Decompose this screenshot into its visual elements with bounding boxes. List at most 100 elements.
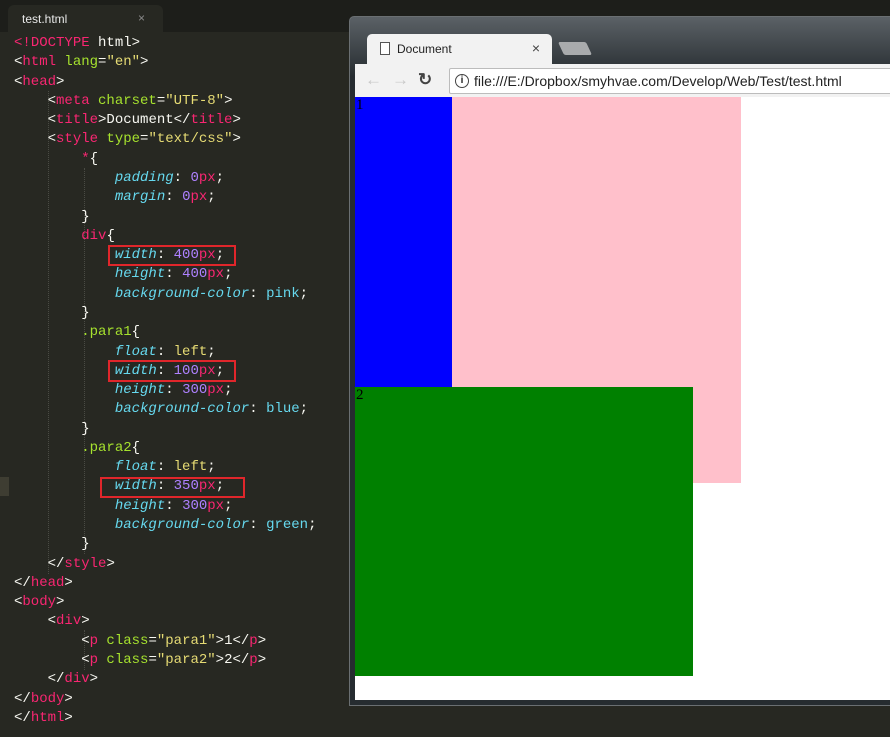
- code-line: float: left;: [14, 458, 316, 477]
- code-token: p: [89, 652, 99, 668]
- code-token: <!: [14, 35, 31, 51]
- code-token: ;: [224, 266, 233, 283]
- code-token: ;: [308, 517, 317, 534]
- code-token: >: [257, 632, 267, 649]
- code-token: px: [198, 169, 216, 186]
- code-token: ;: [299, 285, 309, 302]
- code-token: :: [249, 401, 267, 418]
- code-line: *{: [14, 150, 316, 169]
- close-tab-icon[interactable]: ×: [532, 40, 540, 56]
- code-line: <html lang="en">: [14, 53, 316, 72]
- address-bar[interactable]: i file:///E:/Dropbox/smyhvae.com/Develop…: [449, 68, 890, 94]
- code-token: ;: [224, 497, 233, 514]
- code-line: <div>: [14, 612, 316, 631]
- code-token: 400: [182, 266, 208, 283]
- code-line: </body>: [14, 690, 316, 709]
- code-line: <body>: [14, 593, 316, 612]
- code-token: lang: [56, 54, 99, 71]
- code-line: </head>: [14, 574, 316, 593]
- code-token: background-color: [114, 517, 250, 534]
- code-line: background-color: green;: [14, 516, 317, 535]
- code-token: :: [165, 497, 183, 514]
- code-token: style: [64, 555, 107, 572]
- code-token: style: [56, 131, 99, 148]
- code-token: div: [81, 227, 107, 244]
- reload-icon[interactable]: ↻: [418, 70, 432, 90]
- code-token: px: [207, 497, 225, 514]
- code-token: ;: [215, 169, 225, 186]
- code-token: :: [165, 189, 183, 206]
- code-line: height: 300px;: [14, 381, 316, 400]
- code-token: }: [14, 420, 90, 437]
- code-token: padding: [114, 169, 174, 186]
- code-token: html>: [89, 35, 141, 51]
- code-token: title: [56, 112, 99, 129]
- code-token: ;: [224, 382, 233, 399]
- code-token: >: [224, 92, 233, 109]
- code-token: :: [156, 459, 174, 476]
- code-line: }: [14, 304, 316, 323]
- code-line: .para2{: [14, 439, 316, 458]
- back-icon[interactable]: ←: [365, 70, 382, 90]
- code-token: float: [114, 459, 157, 476]
- code-token: </: [14, 709, 31, 726]
- close-icon[interactable]: ×: [138, 11, 145, 25]
- code-token: >2</: [215, 652, 250, 668]
- code-token: ;: [299, 401, 309, 418]
- code-token: body: [30, 690, 65, 707]
- code-token: div: [64, 671, 90, 688]
- code-line: <title>Document</title>: [14, 111, 316, 130]
- forward-icon[interactable]: →: [392, 70, 409, 90]
- code-token: p: [249, 632, 258, 649]
- code-token: body: [22, 594, 57, 611]
- code-token: {: [106, 227, 115, 244]
- code-line: height: 400px;: [14, 265, 316, 284]
- code-token: meta: [56, 92, 90, 109]
- code-token: height: [114, 382, 166, 399]
- url-text: file:///E:/Dropbox/smyhvae.com/Develop/W…: [474, 73, 842, 89]
- code-token: *: [81, 150, 90, 167]
- browser-tab-document[interactable]: Document ×: [367, 34, 552, 64]
- editor-tab-label: test.html: [22, 12, 68, 26]
- code-token: head: [22, 73, 57, 90]
- code-line: <meta charset="UTF-8">: [14, 92, 316, 111]
- code-token: green: [266, 517, 309, 534]
- highlight-box: [108, 360, 236, 382]
- page-viewport: 1 2: [355, 97, 890, 700]
- code-token: >1</: [215, 632, 250, 649]
- code-line: }: [14, 420, 316, 439]
- code-token: =: [156, 92, 166, 109]
- code-token: px: [190, 189, 208, 206]
- para1-text: 1: [356, 97, 364, 113]
- code-token: <: [14, 131, 57, 148]
- code-token: html: [22, 54, 57, 71]
- code-token: <: [14, 613, 57, 630]
- code-token: height: [114, 497, 166, 514]
- code-token: >: [257, 652, 267, 668]
- code-token: DOCTYPE: [30, 35, 90, 51]
- code-token: ;: [207, 189, 216, 206]
- code-line: <!DOCTYPE html>: [14, 34, 316, 53]
- code-line: </div>: [14, 670, 316, 689]
- code-line: background-color: pink;: [14, 285, 316, 304]
- code-token: 0: [190, 169, 199, 186]
- code-token: {: [131, 439, 141, 456]
- code-token: >: [140, 54, 149, 71]
- code-token: >: [89, 671, 99, 688]
- code-token: html: [30, 709, 65, 726]
- code-token: <: [14, 652, 90, 668]
- code-token: class: [98, 632, 149, 649]
- code-line: padding: 0px;: [14, 169, 316, 188]
- editor-tab-test-html[interactable]: test.html ×: [8, 5, 163, 33]
- code-token: <: [14, 92, 57, 109]
- info-icon[interactable]: i: [455, 74, 469, 88]
- code-token: "UTF-8": [165, 92, 225, 109]
- new-tab-button[interactable]: [557, 42, 593, 55]
- code-token: 300: [182, 497, 208, 514]
- code-token: :: [249, 517, 267, 534]
- code-token: >Document</: [98, 112, 191, 129]
